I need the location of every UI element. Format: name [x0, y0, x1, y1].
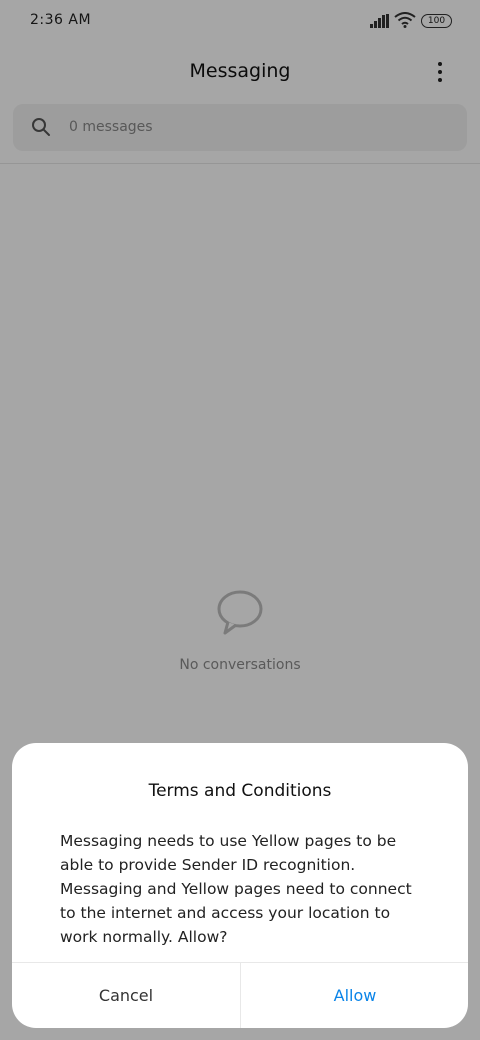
dialog-title: Terms and Conditions: [148, 781, 332, 801]
allow-button[interactable]: Allow: [241, 963, 468, 1028]
terms-dialog: Terms and Conditions Messaging needs to …: [12, 743, 468, 1028]
dialog-message: Messaging needs to use Yellow pages to b…: [60, 832, 412, 946]
cancel-button[interactable]: Cancel: [12, 963, 240, 1028]
